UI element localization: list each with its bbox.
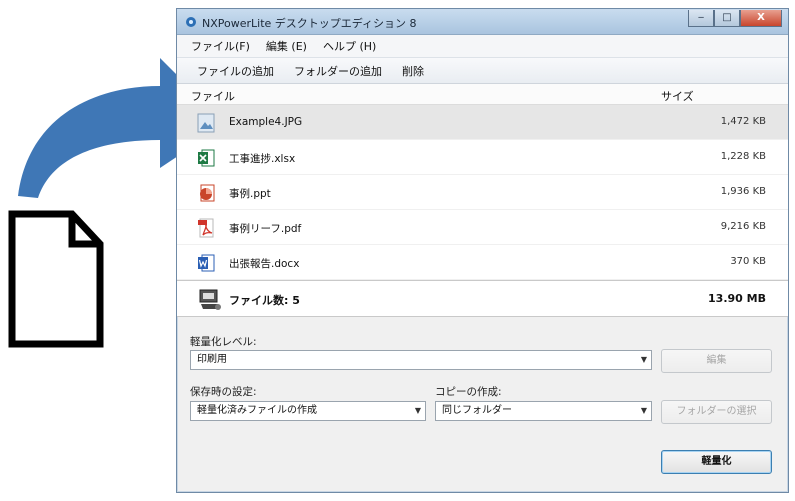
dropdown-arrow-icon: ▼ [640,355,647,364]
save-settings-select[interactable]: 軽量化済みファイルの作成 ▼ [190,401,426,421]
file-size: 1,472 KB [720,116,766,127]
document-icon [8,210,104,348]
close-button[interactable]: X [740,10,782,27]
column-size[interactable]: サイズ [661,88,694,104]
menu-file[interactable]: ファイル(F) [183,38,258,54]
copy-select[interactable]: 同じフォルダー ▼ [435,401,652,421]
file-size: 9,216 KB [720,221,766,232]
choose-folder-button[interactable]: フォルダーの選択 [661,400,772,424]
app-window: NXPowerLite デスクトップエディション 8 ‒ □ X ファイル(F)… [176,8,789,493]
dropdown-arrow-icon: ▼ [414,406,421,415]
dropdown-arrow-icon: ▼ [640,406,647,415]
file-row[interactable]: 事例リーフ.pdf 9,216 KB [177,210,788,245]
total-size: 13.90 MB [708,292,766,305]
file-size: 370 KB [730,256,766,267]
level-select[interactable]: 印刷用 ▼ [190,350,652,370]
delete-button[interactable]: 削除 [392,63,434,79]
file-row[interactable]: Example4.JPG 1,472 KB [177,105,788,140]
excel-icon [198,149,215,167]
file-count: ファイル数: 5 [229,294,300,307]
file-row[interactable]: 事例.ppt 1,936 KB [177,175,788,210]
file-name: 出張報告.docx [229,258,300,270]
word-icon [198,254,215,272]
level-label: 軽量化レベル: [190,336,257,348]
file-row[interactable]: 出張報告.docx 370 KB [177,245,788,280]
add-file-button[interactable]: ファイルの追加 [187,63,284,79]
window-title: NXPowerLite デスクトップエディション 8 [202,17,417,30]
level-value: 印刷用 [197,354,227,365]
copy-value: 同じフォルダー [442,405,512,416]
file-size: 1,228 KB [720,151,766,162]
file-summary: ファイル数: 5 13.90 MB [177,280,788,317]
toolbar: ファイルの追加 フォルダーの追加 削除 [177,57,788,84]
edit-button[interactable]: 編集 [661,349,772,373]
file-name: 事例.ppt [229,188,271,200]
file-list: Example4.JPG 1,472 KB 工事進捗.xlsx 1,228 KB… [177,105,788,280]
menu-bar: ファイル(F) 編集 (E) ヘルプ (H) [177,35,788,57]
maximize-button[interactable]: □ [714,10,740,27]
file-name: 事例リーフ.pdf [229,223,302,235]
pdf-icon [198,218,214,238]
app-logo-icon [186,17,196,27]
powerpoint-icon [200,184,215,202]
menu-edit[interactable]: 編集 (E) [258,38,315,54]
file-name: 工事進捗.xlsx [229,153,296,165]
optimize-button[interactable]: 軽量化 [661,450,772,474]
save-settings-label: 保存時の設定: [190,386,257,398]
compress-files-icon [199,289,221,310]
save-settings-value: 軽量化済みファイルの作成 [197,405,317,416]
file-row[interactable]: 工事進捗.xlsx 1,228 KB [177,140,788,175]
jpg-icon [197,113,215,133]
file-list-header: ファイル サイズ [177,84,788,105]
menu-help[interactable]: ヘルプ (H) [315,38,384,54]
title-bar: NXPowerLite デスクトップエディション 8 ‒ □ X [177,9,788,35]
file-name: Example4.JPG [229,116,303,128]
copy-label: コピーの作成: [435,386,502,398]
file-size: 1,936 KB [720,186,766,197]
column-file[interactable]: ファイル [191,88,235,104]
add-folder-button[interactable]: フォルダーの追加 [284,63,392,79]
minimize-button[interactable]: ‒ [688,10,714,27]
